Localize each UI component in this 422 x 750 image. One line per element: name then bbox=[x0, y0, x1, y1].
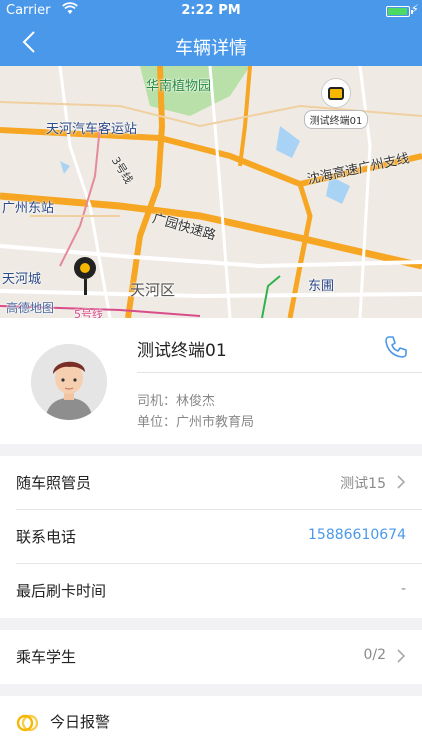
map-label-bus-station: 天河汽车客运站 bbox=[46, 122, 138, 137]
bus-marker-label: 测试终端01 bbox=[304, 110, 368, 129]
chevron-right-icon bbox=[396, 474, 406, 494]
location-pin-icon bbox=[74, 257, 96, 295]
charging-icon: ⚡ bbox=[410, 2, 419, 16]
today-alarm-section[interactable]: 今日报警 bbox=[0, 696, 422, 750]
today-alarm-label: 今日报警 bbox=[50, 713, 111, 731]
page-title: 车辆详情 bbox=[175, 38, 247, 59]
driver-avatar bbox=[31, 344, 107, 420]
map-logo: 高德地图 bbox=[6, 301, 55, 315]
last-swipe-row: 最后刷卡时间 - bbox=[0, 564, 422, 618]
map-view[interactable]: 华南植物园 天河汽车客运站 3号线 广州东站 沈海高速广州支线 广园快速路 天河… bbox=[0, 66, 422, 318]
map-label-line5: 5号线 bbox=[74, 308, 103, 318]
status-bar: Carrier 2:22 PM ⚡ bbox=[0, 0, 422, 22]
alarm-icon bbox=[16, 712, 39, 734]
map-label-tianhe-district: 天河区 bbox=[130, 281, 176, 299]
students-row[interactable]: 乘车学生 0/2 bbox=[0, 630, 422, 684]
last-swipe-label: 最后刷卡时间 bbox=[16, 582, 107, 600]
map-label-tianhe-city: 天河城 bbox=[2, 272, 42, 287]
escort-value: 测试15 bbox=[340, 476, 386, 492]
map-label-guangzhou-east: 广州东站 bbox=[2, 201, 55, 216]
map-label-donghu: 东圃 bbox=[308, 279, 335, 294]
status-time: 2:22 PM bbox=[181, 3, 241, 18]
escort-label: 随车照管员 bbox=[16, 474, 92, 492]
driver-name: 司机：林俊杰 bbox=[137, 394, 216, 409]
navigation-bar: 车辆详情 bbox=[0, 22, 422, 66]
students-label: 乘车学生 bbox=[16, 648, 77, 666]
last-swipe-value: - bbox=[400, 581, 406, 597]
bus-icon bbox=[321, 78, 351, 108]
phone-icon bbox=[385, 336, 407, 358]
phone-row[interactable]: 联系电话 15886610674 bbox=[0, 510, 422, 564]
chevron-right-icon bbox=[396, 648, 406, 668]
escort-row[interactable]: 随车照管员 测试15 bbox=[0, 456, 422, 510]
battery-icon bbox=[386, 6, 413, 17]
phone-number-link[interactable]: 15886610674 bbox=[308, 527, 406, 543]
bus-marker[interactable]: 测试终端01 bbox=[304, 78, 368, 129]
map-label-botanical-garden: 华南植物园 bbox=[146, 79, 212, 94]
divider bbox=[137, 372, 422, 373]
vehicle-info-card: 测试终端01 司机：林俊杰 单位：广州市教育局 bbox=[0, 318, 422, 444]
driver-unit: 单位：广州市教育局 bbox=[137, 415, 255, 430]
phone-call-button[interactable] bbox=[383, 334, 409, 360]
vehicle-name: 测试终端01 bbox=[137, 341, 227, 361]
phone-label: 联系电话 bbox=[16, 528, 77, 546]
students-value: 0/2 bbox=[363, 647, 386, 663]
